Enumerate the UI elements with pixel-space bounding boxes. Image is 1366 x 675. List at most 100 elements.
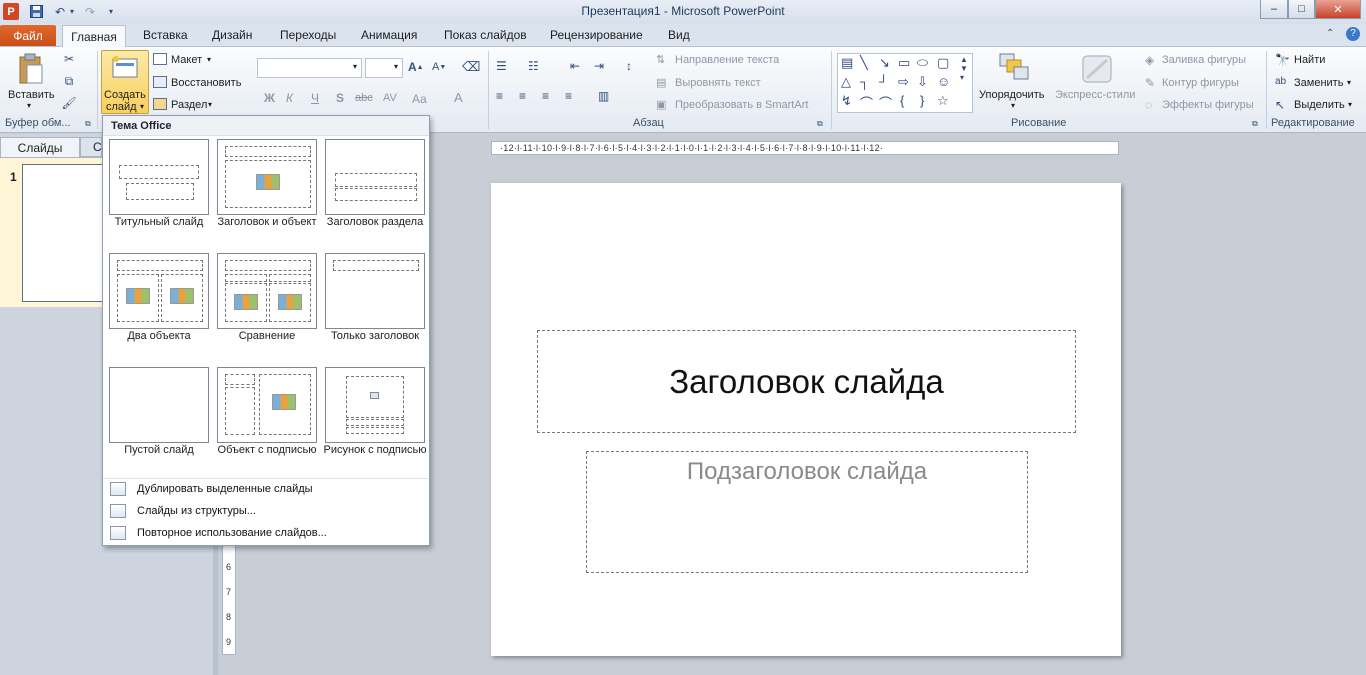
line-spacing-icon[interactable]: ↕ xyxy=(626,59,632,73)
quick-styles-icon[interactable] xyxy=(1080,53,1114,85)
layout-content-caption[interactable] xyxy=(217,367,317,443)
replace-button[interactable]: Заменить xyxy=(1294,77,1343,89)
shapes-gallery[interactable]: ▤ ╲ ↘ ▭ ⬭ ▢ △ ┐ ┘ ⇨ ⇩ ☺ ↯ ⌒ ⌒ { } ☆ ▲ ▼ ▾ xyxy=(837,53,973,113)
text-direction-icon[interactable]: ⇅ xyxy=(656,53,665,66)
gallery-scroll-icon[interactable]: ▲ ▼ ▾ xyxy=(960,55,968,82)
tab-slideshow[interactable]: Показ слайдов xyxy=(444,28,527,42)
underline-button[interactable]: Ч xyxy=(311,91,319,105)
font-color-button[interactable]: A xyxy=(454,90,463,105)
tab-slides[interactable]: Слайды xyxy=(0,137,80,157)
drawing-launcher-icon[interactable]: ⧉ xyxy=(1252,119,1258,129)
duplicate-slides-item[interactable]: Дублировать выделенные слайды xyxy=(103,479,429,501)
find-icon[interactable]: 🔭 xyxy=(1275,53,1290,67)
numbering-icon[interactable]: ☷ xyxy=(528,59,539,73)
bold-button[interactable]: Ж xyxy=(264,91,275,105)
align-right-icon[interactable]: ≡ xyxy=(542,89,549,103)
tab-design[interactable]: Дизайн xyxy=(212,28,252,42)
maximize-button[interactable]: □ xyxy=(1288,0,1315,19)
find-button[interactable]: Найти xyxy=(1294,54,1325,66)
elbow-arrow-icon[interactable]: ┘ xyxy=(879,74,888,89)
char-spacing-button[interactable]: AV xyxy=(383,92,397,104)
layout-button[interactable]: Макет xyxy=(171,54,202,66)
right-brace-icon[interactable]: } xyxy=(920,93,924,108)
tab-animation[interactable]: Анимация xyxy=(361,28,417,42)
slide-thumbnail[interactable] xyxy=(22,164,110,302)
textbox-shape-icon[interactable]: ▤ xyxy=(841,55,853,71)
clipboard-launcher-icon[interactable]: ⧉ xyxy=(85,119,91,129)
change-case-button[interactable]: Aa xyxy=(412,92,427,106)
italic-button[interactable]: К xyxy=(286,91,293,105)
select-dropdown-icon[interactable]: ▾ xyxy=(1348,100,1352,109)
slides-from-outline-item[interactable]: Слайды из структуры... xyxy=(103,501,429,523)
help-icon[interactable]: ? xyxy=(1346,27,1360,41)
section-button[interactable]: Раздел xyxy=(171,99,207,111)
select-button[interactable]: Выделить xyxy=(1294,99,1345,111)
quick-styles-button[interactable]: Экспресс-стили xyxy=(1055,89,1135,101)
layout-title-slide[interactable] xyxy=(109,139,209,215)
down-arrow-shape-icon[interactable]: ⇩ xyxy=(917,74,928,90)
replace-dropdown-icon[interactable]: ▾ xyxy=(1347,78,1351,87)
shape-fill-button[interactable]: Заливка фигуры xyxy=(1162,54,1246,66)
arrange-button[interactable]: Упорядочить xyxy=(979,89,1044,101)
tab-file[interactable]: Файл xyxy=(0,25,56,46)
layout-comparison[interactable] xyxy=(217,253,317,329)
align-left-icon[interactable]: ≡ xyxy=(496,89,503,103)
reuse-slides-item[interactable]: Повторное использование слайдов... xyxy=(103,523,429,545)
tab-outline[interactable]: С xyxy=(80,137,102,157)
reset-button[interactable]: Восстановить xyxy=(171,77,241,89)
new-slide-button[interactable]: Создать слайд ▾ xyxy=(101,50,149,114)
format-painter-icon[interactable]: 🖌 xyxy=(61,96,76,110)
align-center-icon[interactable]: ≡ xyxy=(519,89,526,103)
shape-effects-icon[interactable]: ◌ xyxy=(1145,98,1152,112)
tab-home[interactable]: Главная xyxy=(62,25,126,48)
minimize-button[interactable]: – xyxy=(1260,0,1288,19)
arrange-dropdown-icon[interactable]: ▾ xyxy=(1011,101,1015,110)
elbow-connector-icon[interactable]: ┐ xyxy=(860,74,869,89)
oval-shape-icon[interactable]: ⬭ xyxy=(917,55,928,71)
increase-indent-icon[interactable]: ⇥ xyxy=(594,59,604,73)
smartart-icon[interactable]: ▣ xyxy=(656,98,666,111)
smartart-button[interactable]: Преобразовать в SmartArt xyxy=(675,99,808,111)
justify-icon[interactable]: ≡ xyxy=(565,89,572,103)
replace-icon[interactable]: ab xyxy=(1275,76,1286,87)
shape-effects-button[interactable]: Эффекты фигуры xyxy=(1162,99,1254,111)
line-shape-icon[interactable]: ╲ xyxy=(860,55,868,71)
select-icon[interactable]: ↖ xyxy=(1275,98,1285,112)
text-direction-button[interactable]: Направление текста xyxy=(675,54,779,66)
decrease-indent-icon[interactable]: ⇤ xyxy=(570,59,580,73)
shape-outline-icon[interactable]: ✎ xyxy=(1145,76,1155,90)
arc-shape-icon[interactable]: ⌒ xyxy=(879,93,892,112)
rounded-rect-shape-icon[interactable]: ▢ xyxy=(937,55,949,71)
paste-icon[interactable] xyxy=(16,52,46,86)
layout-title-only[interactable] xyxy=(325,253,425,329)
shrink-font-icon[interactable]: A ▼ xyxy=(432,61,446,73)
title-placeholder[interactable]: Заголовок слайда xyxy=(537,330,1076,433)
layout-section-header[interactable] xyxy=(325,139,425,215)
rectangle-shape-icon[interactable]: ▭ xyxy=(898,55,910,71)
curve-arrow-icon[interactable]: ↯ xyxy=(841,93,852,109)
paste-dropdown-icon[interactable]: ▾ xyxy=(27,101,31,110)
close-button[interactable]: ✕ xyxy=(1315,0,1361,19)
bullets-icon[interactable]: ☰ xyxy=(496,59,507,73)
shape-outline-button[interactable]: Контур фигуры xyxy=(1162,77,1239,89)
slide-canvas[interactable]: Заголовок слайда Подзаголовок слайда xyxy=(491,183,1121,656)
font-name-combo[interactable]: ▾ xyxy=(257,58,362,78)
section-icon[interactable] xyxy=(153,98,167,110)
shadow-button[interactable]: S xyxy=(336,91,344,105)
right-arrow-shape-icon[interactable]: ⇨ xyxy=(898,74,909,90)
layout-blank[interactable] xyxy=(109,367,209,443)
tab-transitions[interactable]: Переходы xyxy=(280,28,336,42)
layout-icon[interactable] xyxy=(153,53,167,65)
layout-two-content[interactable] xyxy=(109,253,209,329)
clear-formatting-icon[interactable]: ⌫ xyxy=(462,59,480,75)
left-brace-icon[interactable]: { xyxy=(900,93,904,108)
cut-icon[interactable]: ✂ xyxy=(62,52,76,66)
triangle-shape-icon[interactable]: △ xyxy=(841,74,851,90)
subtitle-placeholder[interactable]: Подзаголовок слайда xyxy=(586,451,1028,573)
layout-picture-caption[interactable] xyxy=(325,367,425,443)
smiley-shape-icon[interactable]: ☺ xyxy=(937,74,950,89)
copy-icon[interactable]: ⧉ xyxy=(62,74,76,88)
arrange-icon[interactable] xyxy=(997,51,1031,83)
shape-fill-icon[interactable]: ◈ xyxy=(1145,53,1154,67)
paragraph-launcher-icon[interactable]: ⧉ xyxy=(817,119,823,129)
